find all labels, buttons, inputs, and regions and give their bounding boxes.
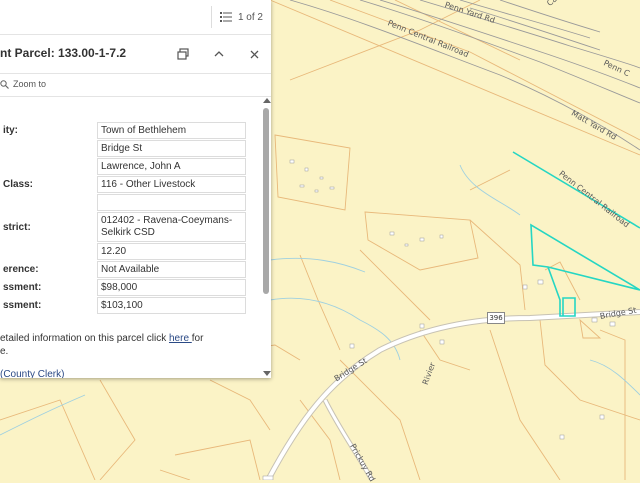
attribute-label: strict: — [3, 221, 31, 233]
table-row: strict: 012402 - Ravena-Coeymans-Selkirk … — [0, 212, 246, 242]
attribute-value: $103,100 — [97, 297, 246, 314]
detail-info-link[interactable]: here — [169, 333, 192, 344]
attribute-label: ssment: — [3, 300, 42, 311]
popup-actions: Zoom to — [0, 74, 271, 97]
attribute-value: Town of Bethlehem — [97, 122, 246, 139]
detail-info-text: etailed information on this parcel click… — [0, 332, 245, 358]
scrollbar-thumb[interactable] — [263, 108, 269, 294]
search-icon — [0, 79, 9, 89]
chevron-up-icon — [214, 51, 224, 57]
collapse-button[interactable] — [208, 43, 230, 65]
attribute-label: Class: — [3, 179, 34, 190]
parcel-popup: 1 of 2 nt Parcel: 133.00-1-7.2 Zoom to i… — [0, 0, 271, 378]
scroll-up-icon[interactable] — [263, 98, 271, 103]
zoom-to-button[interactable]: Zoom to — [0, 79, 46, 89]
attribute-value: 012402 - Ravena-Coeymans-Selkirk CSD — [97, 212, 246, 242]
scroll-down-icon[interactable] — [263, 371, 271, 376]
attribute-label: ity: — [3, 125, 18, 136]
table-row: Class: 116 - Other Livestock — [0, 176, 246, 193]
dock-button[interactable] — [172, 43, 194, 65]
dock-icon — [177, 48, 189, 60]
attribute-label — [0, 140, 97, 157]
table-row: Lawrence, John A — [0, 158, 246, 175]
attribute-value: Lawrence, John A — [97, 158, 246, 175]
detail-info-line2: e. — [0, 346, 9, 357]
detail-info-prefix: etailed information on this parcel click — [0, 333, 169, 344]
attribute-label: ssment: — [3, 282, 42, 293]
table-row: erence: Not Available — [0, 261, 246, 278]
attribute-value: 116 - Other Livestock — [97, 176, 246, 193]
list-icon — [219, 12, 232, 22]
attribute-label — [0, 158, 97, 175]
attribute-label — [0, 194, 97, 211]
close-icon — [250, 50, 258, 58]
popup-content: ity: Town of Bethlehem Bridge St Lawrence… — [0, 96, 260, 378]
attribute-label — [0, 243, 97, 260]
table-row: ssment: $98,000 — [0, 279, 246, 296]
table-row — [0, 194, 246, 211]
pager-label: 1 of 2 — [237, 11, 263, 23]
attribute-value — [97, 194, 246, 211]
close-button[interactable] — [243, 43, 265, 65]
attribute-label: erence: — [3, 264, 39, 275]
attribute-value: Not Available — [97, 261, 246, 278]
feature-pager-button[interactable]: 1 of 2 — [210, 6, 271, 28]
zoom-to-label: Zoom to — [13, 79, 47, 89]
table-row: Bridge St — [0, 140, 246, 157]
attribute-table: ity: Town of Bethlehem Bridge St Lawrence… — [0, 121, 246, 315]
attribute-value: $98,000 — [97, 279, 246, 296]
popup-topbar: 1 of 2 — [0, 0, 271, 35]
attribute-value: 12.20 — [97, 243, 246, 260]
popup-header: nt Parcel: 133.00-1-7.2 — [0, 35, 271, 74]
table-row: 12.20 — [0, 243, 246, 260]
popup-title: nt Parcel: 133.00-1-7.2 — [0, 46, 127, 60]
detail-info-suffix: for — [191, 333, 204, 344]
route-396-shield: 396 — [487, 312, 505, 324]
county-clerk-link[interactable]: (County Clerk) — [0, 369, 64, 378]
attribute-value: Bridge St — [97, 140, 246, 157]
table-row: ity: Town of Bethlehem — [0, 122, 246, 139]
table-row: ssment: $103,100 — [0, 297, 246, 314]
popup-scrollbar[interactable] — [262, 96, 271, 378]
